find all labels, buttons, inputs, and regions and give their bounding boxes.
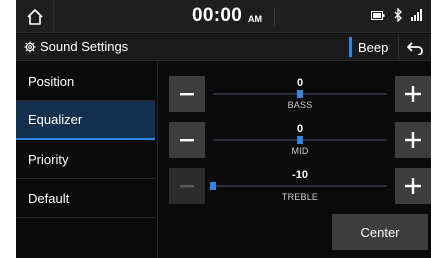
- title-bar: Sound Settings Beep: [16, 34, 431, 61]
- center-label: Center: [360, 224, 400, 240]
- treble-slider-track[interactable]: [213, 185, 387, 187]
- home-icon: [26, 8, 43, 25]
- head-unit-display: 00:00 AM Sound Settings Beep Position Eq…: [16, 0, 431, 258]
- treble-slider-thumb[interactable]: [210, 182, 216, 190]
- status-bar: 00:00 AM: [16, 0, 431, 33]
- plus-icon: [405, 178, 421, 194]
- settings-menu: Position Equalizer Priority Default: [16, 62, 155, 258]
- back-arrow-icon: [407, 41, 423, 55]
- treble-decrease-button[interactable]: [169, 168, 205, 204]
- screen: 00:00 AM Sound Settings Beep Position Eq…: [0, 0, 447, 258]
- mid-increase-button[interactable]: [395, 122, 431, 158]
- eq-row-mid: 0 MID: [169, 122, 431, 158]
- menu-item-priority[interactable]: Priority: [16, 140, 155, 179]
- minus-icon: [180, 93, 194, 96]
- mid-value: 0: [296, 123, 304, 135]
- mid-decrease-button[interactable]: [169, 122, 205, 158]
- mid-slider-thumb[interactable]: [297, 136, 303, 144]
- bass-increase-button[interactable]: [395, 76, 431, 112]
- minus-icon: [180, 185, 194, 188]
- plus-icon: [405, 132, 421, 148]
- page-title: Sound Settings: [24, 39, 128, 54]
- menu-item-label: Default: [28, 190, 70, 206]
- eq-row-treble: -10 TREBLE: [169, 168, 431, 204]
- signal-icon: [411, 9, 422, 21]
- treble-value: -10: [292, 169, 308, 181]
- plus-icon: [405, 86, 421, 102]
- bass-decrease-button[interactable]: [169, 76, 205, 112]
- beep-label: Beep: [358, 39, 389, 55]
- center-button[interactable]: Center: [332, 214, 428, 250]
- home-button[interactable]: [16, 0, 54, 33]
- clock-time: 00:00: [192, 5, 243, 26]
- battery-icon: [371, 10, 385, 20]
- bass-value: 0: [296, 77, 304, 89]
- menu-item-label: Equalizer: [28, 112, 83, 127]
- treble-label: TREBLE: [281, 192, 319, 202]
- menu-item-default[interactable]: Default: [16, 179, 155, 218]
- bass-label: BASS: [287, 100, 313, 110]
- bluetooth-icon: [394, 8, 402, 22]
- gear-icon: [24, 41, 36, 52]
- eq-row-bass: 0 BASS: [169, 76, 431, 112]
- menu-item-position[interactable]: Position: [16, 62, 155, 101]
- menu-item-label: Priority: [28, 151, 69, 167]
- status-separator: [274, 7, 275, 26]
- status-icons: [371, 8, 423, 22]
- bass-slider-thumb[interactable]: [297, 90, 303, 98]
- mid-label: MID: [291, 146, 309, 156]
- treble-increase-button[interactable]: [395, 168, 431, 204]
- clock-ampm: AM: [248, 14, 262, 24]
- minus-icon: [180, 139, 194, 142]
- back-button[interactable]: [398, 34, 431, 61]
- menu-divider: [157, 62, 158, 258]
- menu-item-label: Position: [28, 73, 75, 89]
- beep-button[interactable]: Beep: [349, 37, 388, 57]
- page-title-label: Sound Settings: [40, 39, 129, 54]
- menu-item-equalizer[interactable]: Equalizer: [16, 101, 155, 140]
